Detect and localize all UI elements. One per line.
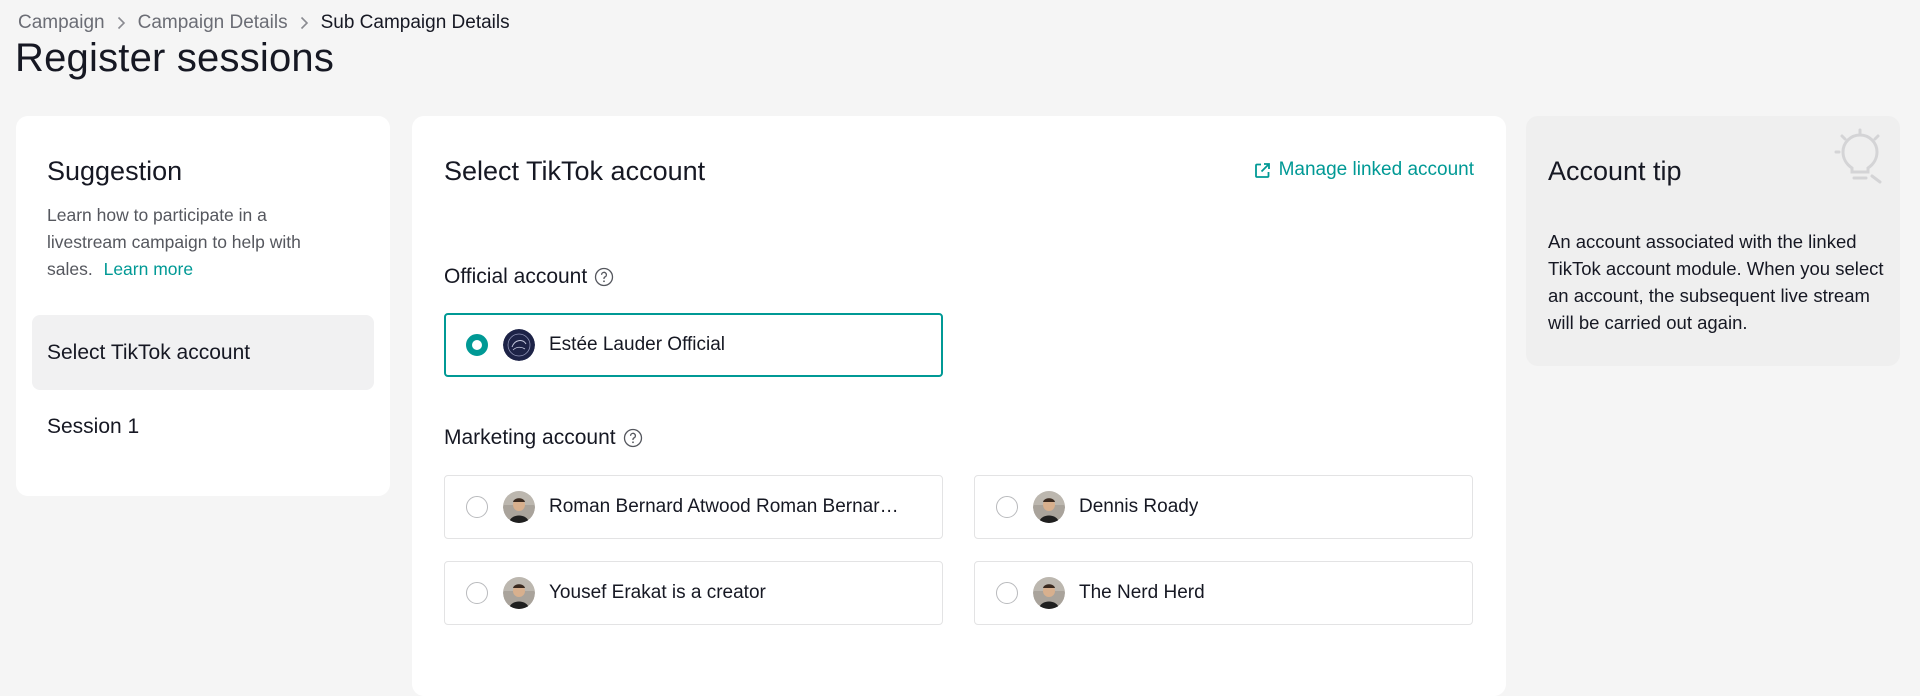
- account-option-the-nerd-herd[interactable]: The Nerd Herd: [974, 561, 1473, 625]
- account-option-roman-bernard-atwood[interactable]: Roman Bernard Atwood Roman Bernard Atwoo…: [444, 475, 943, 539]
- breadcrumb-campaign-details[interactable]: Campaign Details: [138, 12, 288, 34]
- official-account-heading: Official account: [444, 265, 614, 289]
- marketing-account-label: Marketing account: [444, 426, 616, 449]
- breadcrumb-sub-campaign-details: Sub Campaign Details: [320, 12, 510, 33]
- chevron-right-icon: [117, 16, 126, 30]
- manage-linked-account-label: Manage linked account: [1278, 159, 1474, 180]
- step-select-tiktok-account[interactable]: Select TikTok account: [32, 315, 374, 390]
- breadcrumb-campaign[interactable]: Campaign: [18, 12, 105, 34]
- select-account-title: Select TikTok account: [444, 156, 706, 186]
- account-option-dennis-roady[interactable]: Dennis Roady: [974, 475, 1473, 539]
- step-label: Session 1: [47, 414, 140, 438]
- help-circle-icon[interactable]: [594, 267, 614, 287]
- radio-button[interactable]: [466, 582, 488, 604]
- learn-more-link[interactable]: Learn more: [104, 259, 194, 279]
- person-photo-avatar: [1033, 491, 1065, 523]
- account-name: Yousef Erakat is a creator: [549, 582, 766, 603]
- account-name: Estée Lauder Official: [549, 334, 726, 355]
- estee-lauder-logo-avatar: [503, 329, 535, 361]
- account-option-estee-lauder-official[interactable]: Estée Lauder Official: [444, 313, 943, 377]
- account-name: Roman Bernard Atwood Roman Bernard Atwoo…: [549, 496, 909, 517]
- page-title: Register sessions: [15, 36, 335, 80]
- step-label: Select TikTok account: [47, 340, 251, 364]
- account-name: The Nerd Herd: [1079, 582, 1205, 603]
- select-account-panel: Select TikTok account Manage linked acco…: [412, 116, 1506, 696]
- radio-button[interactable]: [996, 582, 1018, 604]
- person-photo-avatar: [1033, 577, 1065, 609]
- radio-button[interactable]: [996, 496, 1018, 518]
- person-photo-avatar: [503, 491, 535, 523]
- suggestion-description: Learn how to participate in a livestream…: [47, 202, 347, 283]
- manage-linked-account-link[interactable]: Manage linked account: [1254, 159, 1474, 181]
- account-name: Dennis Roady: [1079, 496, 1199, 517]
- radio-button[interactable]: [466, 334, 488, 356]
- breadcrumb: Campaign Campaign Details Sub Campaign D…: [18, 10, 510, 36]
- help-circle-icon[interactable]: [623, 428, 643, 448]
- lightbulb-icon: [1834, 128, 1886, 191]
- external-link-icon: [1254, 162, 1270, 178]
- account-tip-title: Account tip: [1548, 156, 1682, 186]
- marketing-account-heading: Marketing account: [444, 426, 643, 450]
- step-session-1[interactable]: Session 1: [32, 389, 374, 464]
- radio-button[interactable]: [466, 496, 488, 518]
- suggestion-title: Suggestion: [47, 156, 183, 186]
- suggestion-panel: Suggestion Learn how to participate in a…: [16, 116, 390, 496]
- official-account-label: Official account: [444, 265, 588, 288]
- chevron-right-icon: [300, 16, 309, 30]
- account-option-yousef-erakat[interactable]: Yousef Erakat is a creator: [444, 561, 943, 625]
- account-tip-body: An account associated with the linked Ti…: [1548, 231, 1884, 333]
- person-photo-avatar: [503, 577, 535, 609]
- account-tip-panel: Account tip An account associated with t…: [1526, 116, 1900, 366]
